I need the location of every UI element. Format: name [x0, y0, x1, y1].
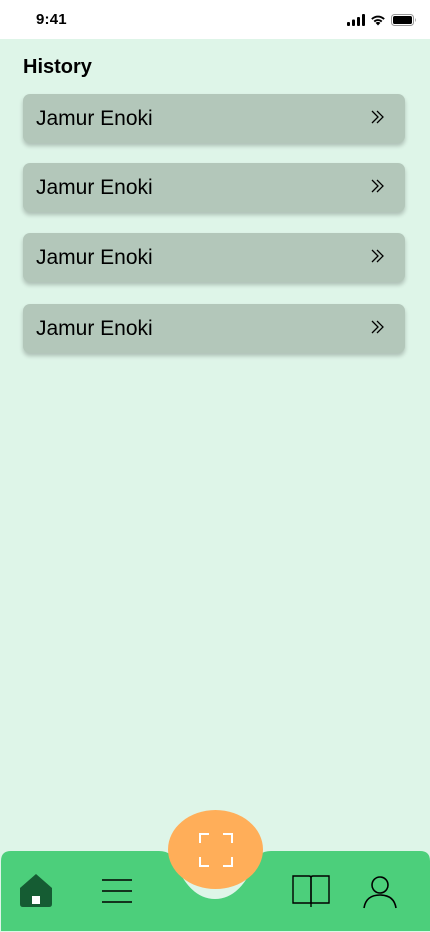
scan-button[interactable] — [168, 810, 263, 889]
nav-profile-button[interactable] — [361, 873, 399, 911]
double-chevron-right-icon — [371, 320, 384, 333]
double-chevron-right-icon — [371, 110, 384, 123]
signal-icon — [347, 13, 365, 26]
home-icon — [20, 874, 52, 907]
wifi-icon — [371, 15, 385, 25]
double-chevron-right-icon — [371, 249, 384, 262]
menu-icon — [102, 879, 132, 903]
nav-book-button[interactable] — [291, 873, 331, 909]
battery-icon — [391, 13, 416, 26]
page-title: History — [23, 56, 92, 78]
profile-icon — [363, 876, 397, 909]
history-item[interactable]: Jamur Enoki — [23, 94, 405, 143]
history-item[interactable]: Jamur Enoki — [23, 163, 405, 212]
status-icons — [347, 13, 417, 26]
history-item[interactable]: Jamur Enoki — [23, 304, 405, 353]
history-item-label: Jamur Enoki — [36, 106, 153, 130]
nav-menu-button[interactable] — [99, 875, 135, 907]
history-item-label: Jamur Enoki — [36, 245, 153, 269]
status-time: 9:41 — [36, 11, 67, 28]
scan-icon — [198, 832, 233, 867]
book-icon — [292, 875, 330, 907]
nav-home-button[interactable] — [17, 871, 55, 909]
history-item-label: Jamur Enoki — [36, 316, 153, 340]
double-chevron-right-icon — [371, 179, 384, 192]
app-screen: 9:41 History Jamur Enoki Jamur Enoki Jam… — [0, 0, 430, 932]
history-item-label: Jamur Enoki — [36, 175, 153, 199]
status-bar: 9:41 — [0, 0, 430, 39]
history-list: Jamur Enoki Jamur Enoki Jamur Enoki Jamu… — [23, 94, 405, 353]
history-item[interactable]: Jamur Enoki — [23, 233, 405, 282]
